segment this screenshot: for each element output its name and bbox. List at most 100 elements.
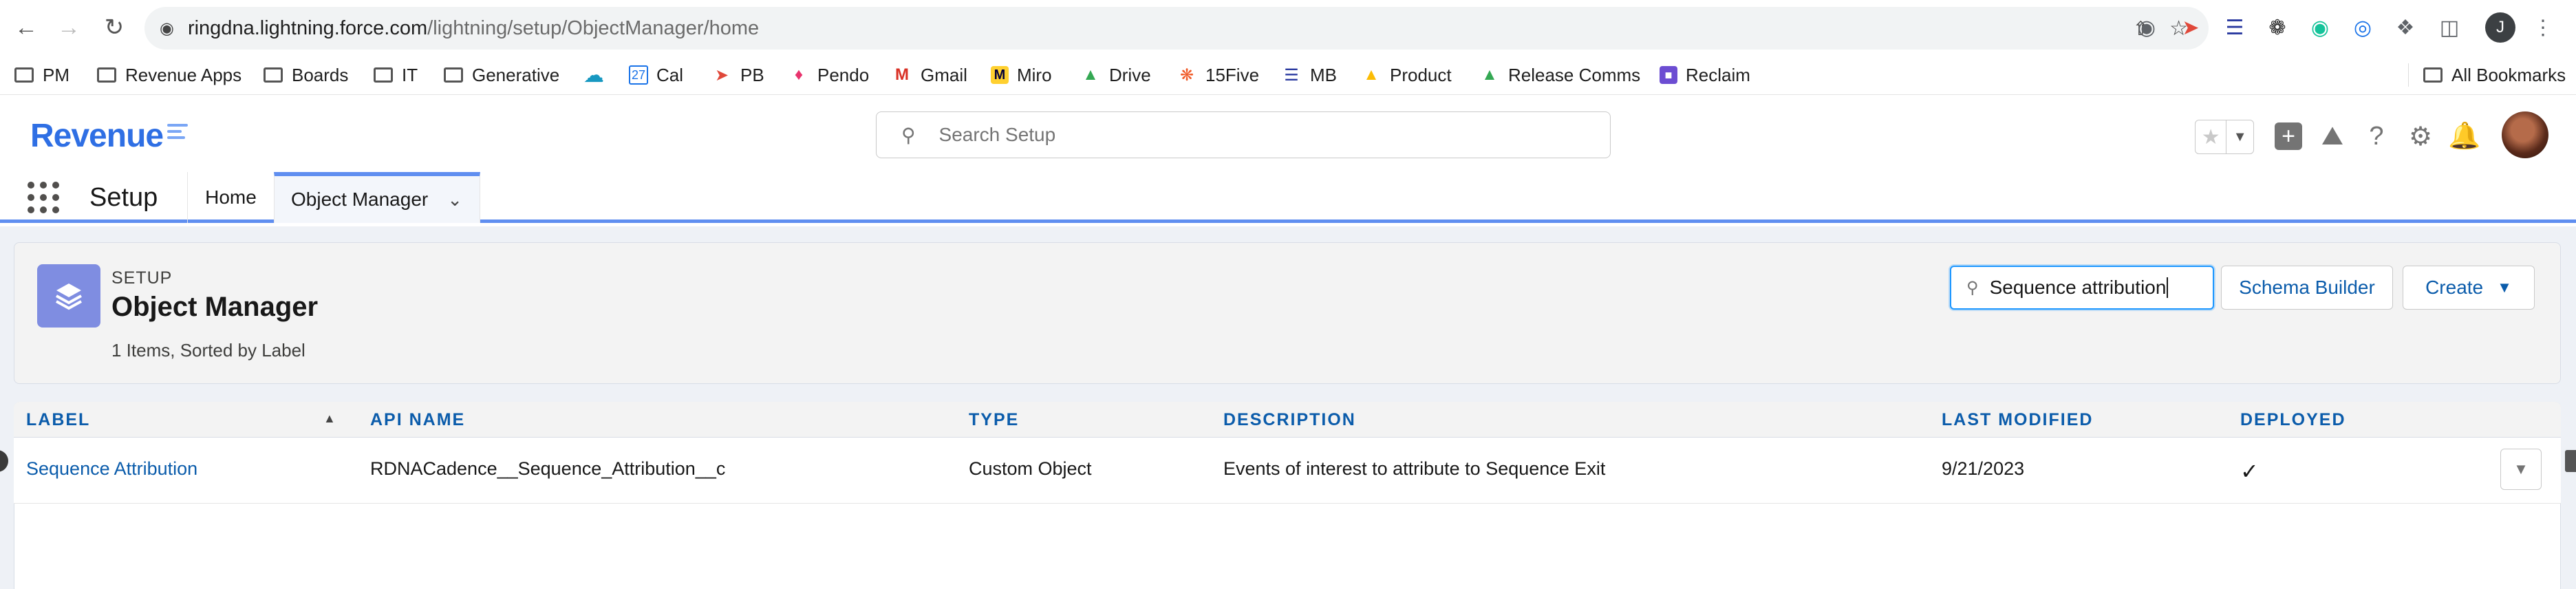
- reclaim-icon: ■: [1660, 66, 1677, 84]
- bookmark-label: IT: [402, 64, 418, 85]
- quick-find-input[interactable]: ⚲ Sequence attribution: [1950, 266, 2214, 310]
- camera-extension-icon[interactable]: ◉: [2133, 14, 2160, 41]
- last-modified-cell: 9/21/2023: [1942, 458, 2025, 479]
- app-name: Setup: [89, 183, 158, 212]
- bookmark-label: Release Comms: [1508, 64, 1641, 85]
- tab-object-manager[interactable]: Object Manager ⌄: [274, 172, 480, 223]
- extension-icon[interactable]: ☰: [2221, 14, 2248, 41]
- bookmark-item[interactable]: PM: [14, 63, 69, 87]
- column-header-last-modified[interactable]: LAST MODIFIED: [1942, 410, 2093, 430]
- browser-toolbar: ← → ↻ ◉ ringdna.lightning.force.com/ligh…: [0, 0, 2576, 55]
- back-icon[interactable]: ←: [8, 10, 44, 45]
- gmail-icon: M: [895, 65, 909, 84]
- bookmark-label: PM: [43, 64, 69, 85]
- create-button-label: Create: [2425, 277, 2484, 298]
- bookmark-item[interactable]: IT: [373, 63, 418, 87]
- column-header-type[interactable]: TYPE: [969, 410, 1019, 430]
- favorites-star-icon[interactable]: ★: [2196, 120, 2227, 153]
- bookmark-label: Pendo: [817, 64, 870, 85]
- layers-icon: [37, 264, 100, 328]
- page-title: Object Manager: [111, 292, 319, 322]
- drive-icon: ▲: [1363, 65, 1380, 84]
- global-header: Revenue ⚲ Search Setup ★ ▼ + ⛰ ? ⚙ 🔔: [0, 96, 2576, 172]
- schema-builder-button[interactable]: Schema Builder: [2221, 266, 2393, 310]
- salesforce-cloud-icon: ☁: [583, 63, 604, 87]
- pb-icon: ➤: [714, 65, 729, 85]
- favorites-dropdown-icon[interactable]: ▼: [2226, 120, 2253, 153]
- folder-icon: [96, 66, 117, 84]
- folder-icon: [443, 66, 464, 84]
- revenue-logo[interactable]: Revenue: [30, 117, 164, 155]
- extension-icon[interactable]: ◎: [2349, 14, 2376, 41]
- address-bar[interactable]: ◉ ringdna.lightning.force.com/lightning/…: [144, 7, 2209, 50]
- bookmark-label: Reclaim: [1686, 64, 1750, 85]
- profile-avatar[interactable]: J: [2485, 12, 2515, 43]
- bookmark-item[interactable]: ▲ Release Comms: [1479, 63, 1640, 87]
- column-header-api-name[interactable]: API NAME: [370, 410, 465, 430]
- bookmark-label: Product: [1390, 64, 1452, 85]
- bookmark-item[interactable]: Generative: [443, 63, 559, 87]
- bookmark-item[interactable]: ■ Reclaim: [1660, 63, 1750, 87]
- app-launcher-icon[interactable]: [28, 182, 59, 213]
- bookmark-item[interactable]: ❋ 15Five: [1177, 63, 1259, 87]
- bookmark-item[interactable]: Revenue Apps: [96, 63, 242, 87]
- help-icon[interactable]: ?: [2360, 120, 2393, 153]
- object-label-link[interactable]: Sequence Attribution: [26, 458, 197, 480]
- favorites-group[interactable]: ★ ▼: [2195, 120, 2254, 154]
- bookmark-item[interactable]: ➤ PB: [711, 63, 764, 87]
- site-info-icon[interactable]: ◉: [160, 19, 174, 39]
- app-nav-bar: Setup Home Object Manager ⌄: [0, 172, 2576, 223]
- browser-menu-icon[interactable]: ⋮: [2529, 14, 2557, 41]
- notifications-bell-icon[interactable]: 🔔: [2448, 120, 2481, 153]
- edge-handle: [2565, 450, 2576, 472]
- miro-icon: M: [991, 66, 1009, 84]
- tab-home[interactable]: Home: [187, 172, 274, 223]
- pendo-icon: ♦: [794, 65, 804, 84]
- all-bookmarks[interactable]: All Bookmarks: [2408, 63, 2566, 87]
- logo-mark-icon: [167, 124, 188, 144]
- sort-ascending-icon[interactable]: ▲: [323, 411, 336, 426]
- search-icon: ⚲: [901, 124, 916, 146]
- forward-icon[interactable]: →: [51, 10, 87, 45]
- setup-search-input[interactable]: ⚲ Search Setup: [876, 111, 1611, 158]
- trailhead-icon[interactable]: ⛰: [2316, 120, 2349, 153]
- bookmark-item[interactable]: ☰ MB: [1281, 63, 1337, 87]
- bookmark-item[interactable]: M Gmail: [892, 63, 967, 87]
- bookmark-label: Drive: [1109, 64, 1151, 85]
- mb-icon: ☰: [1284, 65, 1299, 85]
- column-header-deployed[interactable]: DEPLOYED: [2240, 410, 2346, 430]
- bookmark-label: Gmail: [921, 64, 967, 85]
- row-actions-dropdown-icon[interactable]: ▼: [2500, 449, 2542, 490]
- search-placeholder: Search Setup: [938, 124, 1056, 145]
- 15five-icon: ❋: [1179, 65, 1194, 85]
- drive-icon: ▲: [1481, 65, 1498, 84]
- all-bookmarks-label: All Bookmarks: [2451, 64, 2566, 85]
- bookmark-item[interactable]: Boards: [263, 63, 348, 87]
- bookmark-item[interactable]: 27 Cal: [629, 63, 683, 87]
- object-manager-header-card: [14, 242, 2561, 384]
- create-button[interactable]: Create ▼: [2403, 266, 2535, 310]
- search-icon: ⚲: [1966, 278, 1979, 297]
- grammarly-icon[interactable]: ◉: [2306, 14, 2334, 41]
- bookmark-item[interactable]: ▲ Drive: [1080, 63, 1151, 87]
- bookmark-item[interactable]: M Miro: [991, 63, 1052, 87]
- side-panel-icon[interactable]: ◫: [2436, 14, 2463, 41]
- extension-icon[interactable]: ❁: [2264, 14, 2291, 41]
- drive-icon: ▲: [1082, 65, 1099, 84]
- reload-icon[interactable]: ↻: [96, 10, 132, 45]
- chevron-down-icon[interactable]: ⌄: [447, 189, 462, 211]
- column-header-description[interactable]: DESCRIPTION: [1223, 410, 1356, 430]
- gear-icon[interactable]: ⚙: [2404, 120, 2437, 153]
- text-cursor: [2167, 277, 2169, 298]
- page-kicker: SETUP: [111, 268, 173, 288]
- bookmark-item[interactable]: ♦ Pendo: [788, 63, 869, 87]
- extension-icon[interactable]: ➤: [2177, 14, 2204, 41]
- bookmark-label: PB: [740, 64, 764, 85]
- user-avatar[interactable]: [2502, 111, 2548, 158]
- extensions-puzzle-icon[interactable]: ❖: [2392, 14, 2419, 41]
- column-header-label[interactable]: LABEL: [26, 410, 90, 430]
- bookmark-item[interactable]: ☁: [583, 63, 612, 87]
- global-actions-icon[interactable]: +: [2272, 120, 2305, 153]
- bookmark-item[interactable]: ▲ Product: [1361, 63, 1452, 87]
- bookmarks-bar: PM Revenue Apps Boards IT Generative ☁ 2…: [0, 55, 2576, 95]
